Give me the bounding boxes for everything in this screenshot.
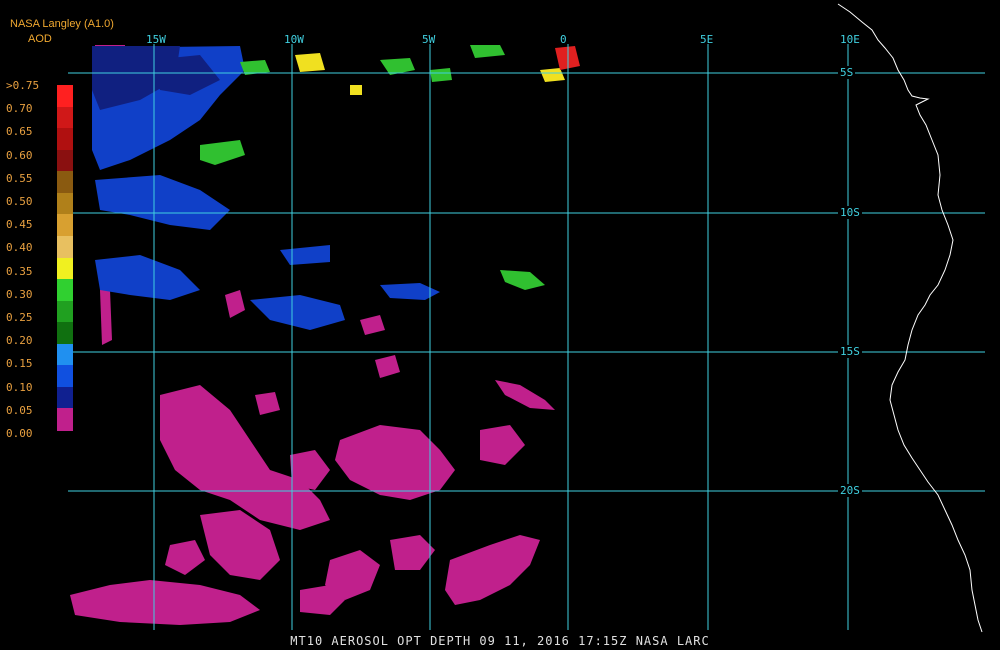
longitude-label: 15W bbox=[146, 33, 166, 46]
legend-swatch bbox=[57, 408, 73, 431]
source-title: NASA Langley (A1.0) bbox=[10, 18, 114, 30]
legend-swatch bbox=[57, 343, 73, 366]
legend-label: 0.15 bbox=[6, 357, 33, 371]
legend-label: 0.00 bbox=[6, 427, 33, 440]
legend-label: 0.05 bbox=[6, 403, 33, 417]
legend-swatch bbox=[57, 235, 73, 258]
legend-swatch bbox=[57, 214, 73, 237]
aod-green-patches bbox=[200, 45, 545, 290]
legend-label: 0.50 bbox=[6, 195, 33, 208]
legend-swatch bbox=[57, 257, 73, 280]
product-label: AOD bbox=[28, 33, 52, 45]
legend-swatch bbox=[57, 192, 73, 215]
legend-swatch bbox=[57, 365, 73, 388]
legend-label: 0.40 bbox=[6, 241, 33, 255]
footer-caption: MT10 AEROSOL OPT DEPTH 09 11, 2016 17:15… bbox=[290, 634, 710, 648]
legend-label: 0.70 bbox=[6, 102, 33, 116]
legend-swatch bbox=[57, 106, 73, 129]
legend-swatch bbox=[57, 322, 73, 345]
legend-label: 0.25 bbox=[6, 311, 33, 324]
legend-label: 0.55 bbox=[6, 171, 33, 185]
aod-map bbox=[68, 3, 985, 633]
legend-swatch bbox=[57, 128, 73, 151]
longitude-label: 5W bbox=[422, 33, 436, 46]
latitude-label: 15S bbox=[838, 345, 862, 358]
legend-swatch bbox=[57, 85, 73, 108]
legend-label: 0.10 bbox=[6, 380, 33, 394]
latitude-label: 10S bbox=[838, 206, 862, 219]
legend-label: 0.35 bbox=[6, 264, 33, 278]
legend-swatch bbox=[57, 386, 73, 409]
legend-swatch bbox=[57, 279, 73, 302]
legend-swatch bbox=[57, 149, 73, 172]
longitude-label: 5E bbox=[700, 33, 714, 46]
legend-swatch bbox=[57, 300, 73, 323]
longitude-label: 0 bbox=[560, 33, 567, 46]
legend-label: 0.20 bbox=[6, 334, 33, 348]
legend-label: >0.75 bbox=[6, 79, 40, 92]
coastline bbox=[837, 3, 983, 633]
legend-label: 0.65 bbox=[6, 125, 33, 139]
latitude-label: 20S bbox=[838, 484, 862, 497]
legend-label: 0.30 bbox=[6, 287, 33, 301]
legend-label: 0.45 bbox=[6, 218, 33, 232]
longitude-label: 10E bbox=[840, 33, 860, 46]
legend-swatch bbox=[57, 171, 73, 194]
latitude-label: 5S bbox=[838, 66, 856, 79]
legend-label: 0.60 bbox=[6, 148, 33, 162]
longitude-label: 10W bbox=[284, 33, 304, 46]
